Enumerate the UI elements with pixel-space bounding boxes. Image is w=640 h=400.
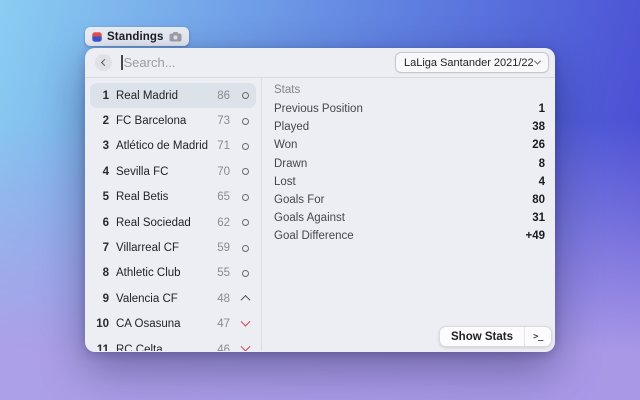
window-content: 1 Real Madrid 86 2 FC Barcelona 73 3 Atl… (85, 78, 555, 351)
stat-value: +49 (525, 230, 545, 243)
team-points: 46 (217, 343, 230, 351)
table-row[interactable]: 2 FC Barcelona 73 (90, 108, 256, 133)
team-rank: 2 (102, 115, 109, 128)
stat-row: Goal Difference +49 (274, 227, 545, 245)
stat-row: Played 38 (274, 118, 545, 136)
team-rank: 1 (102, 89, 109, 102)
team-rank: 11 (96, 343, 109, 351)
league-selector-value: LaLiga Santander 2021/22 (404, 56, 534, 69)
search-bar: LaLiga Santander 2021/22 (85, 48, 555, 78)
table-row[interactable]: 10 CA Osasuna 47 (90, 312, 256, 337)
team-points: 65 (217, 191, 230, 204)
stat-value: 4 (538, 175, 545, 188)
team-points: 70 (217, 165, 230, 178)
stat-label: Drawn (274, 157, 308, 170)
back-button[interactable] (95, 54, 112, 71)
stat-label: Goal Difference (274, 230, 354, 243)
table-row[interactable]: 5 Real Betis 65 (90, 185, 256, 210)
standings-app-icon (92, 31, 102, 42)
team-name: Sevilla FC (116, 165, 169, 178)
team-rank: 7 (102, 242, 109, 255)
team-rank: 6 (102, 216, 109, 229)
movement-same-icon (238, 194, 252, 201)
team-name: Real Madrid (116, 89, 178, 102)
team-points: 55 (217, 267, 230, 280)
team-rank: 4 (102, 165, 109, 178)
movement-down-icon (238, 321, 252, 328)
team-points: 62 (217, 216, 230, 229)
team-name: Real Sociedad (116, 216, 191, 229)
team-rank: 3 (102, 140, 109, 153)
team-name: FC Barcelona (116, 115, 187, 128)
camera-icon (169, 31, 182, 42)
stat-row: Won 26 (274, 136, 545, 154)
table-row[interactable]: 8 Athletic Club 55 (90, 261, 256, 286)
action-bar: Show Stats (439, 326, 552, 347)
team-points: 47 (217, 318, 230, 331)
team-name: Villarreal CF (116, 242, 180, 255)
movement-same-icon (238, 92, 252, 99)
team-name: CA Osasuna (116, 318, 181, 331)
stat-label: Previous Position (274, 103, 363, 116)
terminal-icon[interactable] (525, 327, 551, 346)
stat-row: Goals Against 31 (274, 209, 545, 227)
table-row[interactable]: 9 Valencia CF 48 (90, 286, 256, 311)
movement-same-icon (238, 219, 252, 226)
table-row[interactable]: 6 Real Sociedad 62 (90, 210, 256, 235)
team-points: 48 (217, 292, 230, 305)
stat-value: 26 (532, 139, 545, 152)
standings-window: LaLiga Santander 2021/22 1 Real Madrid 8… (85, 48, 555, 352)
table-row[interactable]: 4 Sevilla FC 70 (90, 159, 256, 184)
chevron-left-icon (100, 58, 109, 67)
stat-label: Goals For (274, 194, 325, 207)
stat-label: Played (274, 121, 310, 134)
movement-up-icon (238, 295, 252, 302)
stat-label: Goals Against (274, 212, 345, 225)
team-name: Athletic Club (116, 267, 181, 280)
team-points: 86 (217, 89, 230, 102)
standings-list: 1 Real Madrid 86 2 FC Barcelona 73 3 Atl… (85, 78, 261, 351)
team-rank: 8 (102, 267, 109, 280)
movement-down-icon (238, 346, 252, 351)
movement-same-icon (238, 168, 252, 175)
stat-row: Previous Position 1 (274, 100, 545, 118)
show-stats-button[interactable]: Show Stats (440, 327, 524, 346)
team-points: 73 (217, 115, 230, 128)
stats-panel: Stats Previous Position 1 Played 38 Won … (262, 78, 555, 351)
stats-section-title: Stats (274, 84, 301, 96)
table-row[interactable]: 7 Villarreal CF 59 (90, 235, 256, 260)
team-rank: 5 (102, 191, 109, 204)
stat-value: 31 (532, 212, 545, 225)
team-name: Valencia CF (116, 292, 178, 305)
stat-row: Lost 4 (274, 173, 545, 191)
stat-label: Won (274, 139, 298, 152)
team-rank: 10 (96, 318, 109, 331)
team-name: RC Celta (116, 343, 163, 351)
chevron-down-icon (533, 57, 542, 65)
table-row[interactable]: 11 RC Celta 46 (90, 337, 256, 351)
league-selector-dropdown[interactable]: LaLiga Santander 2021/22 (395, 52, 549, 73)
movement-same-icon (238, 270, 252, 277)
team-name: Atlético de Madrid (116, 140, 209, 153)
movement-same-icon (238, 245, 252, 252)
stat-row: Drawn 8 (274, 155, 545, 173)
movement-same-icon (238, 118, 252, 125)
table-row[interactable]: 1 Real Madrid 86 (90, 83, 256, 109)
search-input[interactable] (123, 55, 395, 70)
stat-row: Goals For 80 (274, 191, 545, 209)
team-name: Real Betis (116, 191, 169, 204)
table-row[interactable]: 3 Atlético de Madrid 71 (90, 134, 256, 159)
team-points: 71 (217, 140, 230, 153)
stat-value: 8 (538, 157, 545, 170)
stat-label: Lost (274, 175, 296, 188)
window-title: Standings (107, 30, 164, 43)
stat-value: 38 (532, 121, 545, 134)
window-title-chip[interactable]: Standings (85, 27, 189, 46)
stat-value: 1 (538, 103, 545, 116)
stat-value: 80 (532, 194, 545, 207)
team-points: 59 (217, 242, 230, 255)
team-rank: 9 (102, 292, 109, 305)
movement-same-icon (238, 143, 252, 150)
text-caret (121, 55, 123, 70)
